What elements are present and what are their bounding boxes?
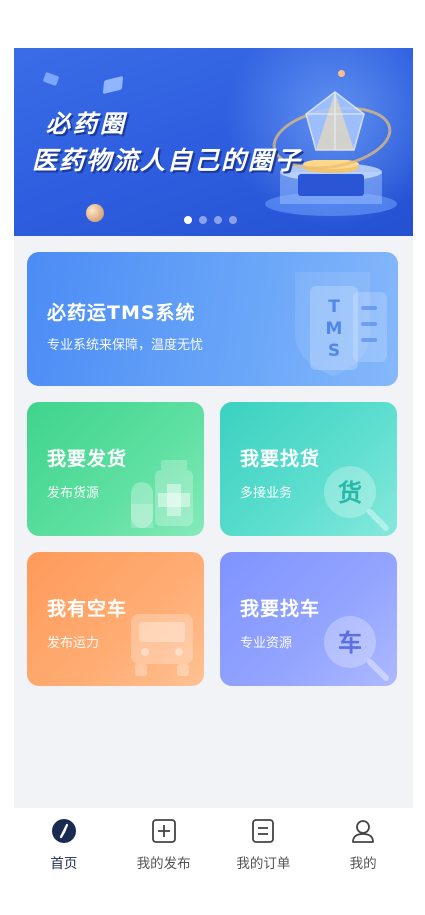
carousel-dot[interactable]	[214, 216, 222, 224]
decor-ball-icon	[86, 204, 104, 222]
card-description: 发布运力	[47, 636, 100, 651]
tab-home[interactable]: 首页	[19, 818, 109, 872]
tab-label: 首页	[50, 856, 78, 872]
plus-square-icon	[151, 818, 177, 844]
decor-cube-icon	[42, 71, 60, 87]
card-title: 我有空车	[47, 598, 128, 620]
carousel-indicator[interactable]	[184, 216, 237, 224]
compass-icon	[51, 818, 77, 844]
svg-text:T: T	[328, 297, 340, 317]
empty-car-card[interactable]: 我有空车 发布运力	[27, 552, 204, 686]
tab-my-orders[interactable]: 我的订单	[218, 818, 308, 872]
banner-subtitle: 医药物流人自己的圈子	[32, 146, 303, 175]
banner-title: 必药圈	[46, 110, 127, 138]
crystal-icon	[305, 91, 365, 151]
tab-profile[interactable]: 我的	[318, 818, 408, 872]
truck-icon	[131, 614, 193, 676]
phone-frame: 必药圈 医药物流人自己的圈子 T M S 必药运TMS系统 专业系统来保障，温度…	[0, 0, 425, 915]
promo-banner[interactable]: 必药圈 医药物流人自己的圈子	[14, 48, 413, 236]
list-square-icon	[250, 818, 276, 844]
carousel-dot[interactable]	[199, 216, 207, 224]
send-goods-card[interactable]: 我要发货 发布货源	[27, 402, 204, 536]
decor-ball-icon	[338, 70, 345, 77]
home-screen: 必药圈 医药物流人自己的圈子 T M S 必药运TMS系统 专业系统来保障，温度…	[14, 48, 413, 808]
search-goods-icon: 货	[324, 466, 389, 531]
card-description: 多接业务	[240, 486, 293, 501]
card-title: 我要找货	[240, 448, 321, 470]
card-description: 发布货源	[47, 486, 100, 501]
card-title: 我要发货	[47, 448, 128, 470]
card-title: 必药运TMS系统	[47, 302, 196, 324]
svg-text:M: M	[326, 319, 343, 339]
tab-label: 我的	[349, 856, 377, 872]
card-description: 专业资源	[240, 636, 293, 651]
tms-system-card[interactable]: T M S 必药运TMS系统 专业系统来保障，温度无忧	[27, 252, 398, 386]
tab-label: 我的发布	[136, 856, 191, 872]
search-car-icon: 车	[324, 616, 389, 681]
medicine-icon	[131, 460, 193, 528]
carousel-dot[interactable]	[184, 216, 192, 224]
carousel-dot[interactable]	[229, 216, 237, 224]
find-car-card[interactable]: 车 我要找车 专业资源	[220, 552, 397, 686]
find-goods-card[interactable]: 货 我要找货 多接业务	[220, 402, 397, 536]
card-title: 我要找车	[240, 598, 321, 620]
svg-text:S: S	[328, 341, 340, 361]
card-description: 专业系统来保障，温度无忧	[47, 338, 204, 353]
tab-my-posts[interactable]: 我的发布	[119, 818, 209, 872]
tms-document-icon: T M S	[295, 272, 387, 376]
svg-text:车: 车	[338, 629, 362, 657]
bottom-tab-bar: 首页 我的发布 我的订单 我的	[14, 808, 413, 882]
svg-text:货: 货	[338, 479, 362, 507]
decor-cube-icon	[102, 75, 124, 95]
user-icon	[350, 818, 376, 844]
tab-label: 我的订单	[236, 856, 291, 872]
